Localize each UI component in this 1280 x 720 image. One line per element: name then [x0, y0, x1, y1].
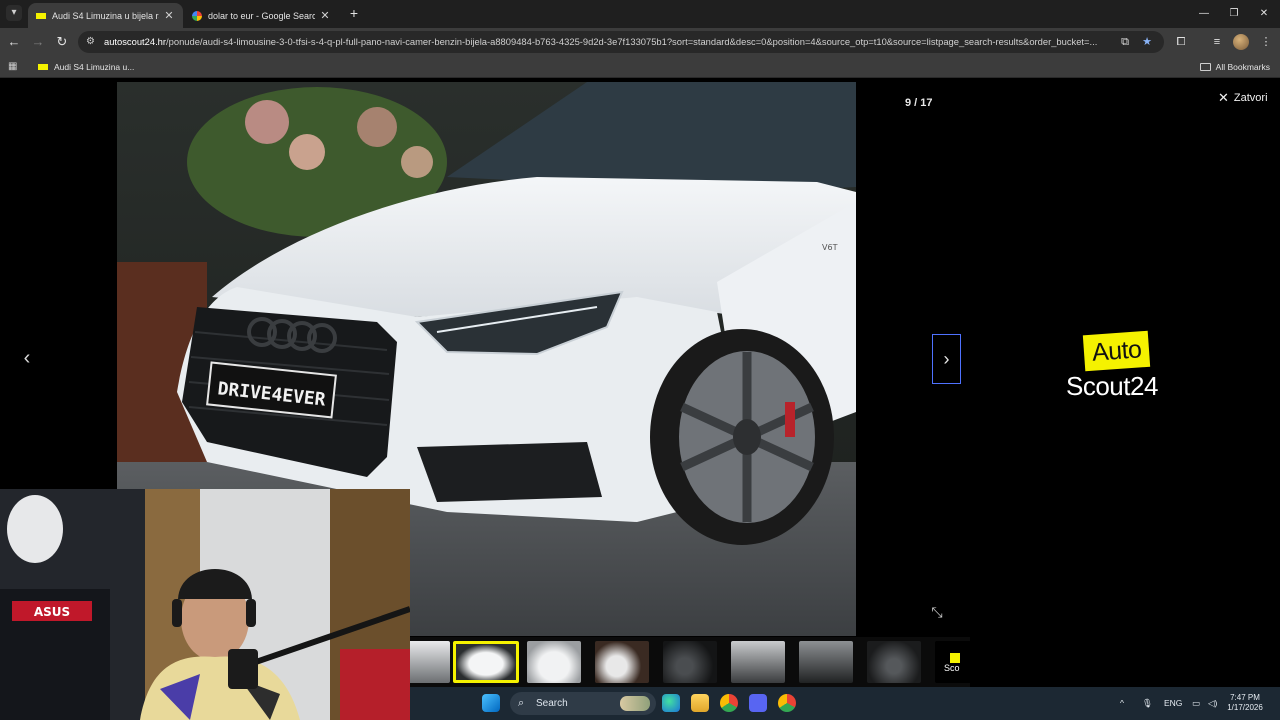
search-label: Search — [536, 698, 568, 709]
language-indicator[interactable]: ENG — [1164, 687, 1182, 720]
thumbnail[interactable] — [731, 641, 785, 683]
tab-google-search[interactable]: dolar to eur - Google Search ✕ — [184, 3, 339, 28]
close-tab-icon[interactable]: ✕ — [319, 9, 331, 22]
chrome-active-icon[interactable] — [778, 694, 796, 712]
thumbnail-strip: Sco — [410, 637, 970, 687]
next-photo-button[interactable]: › — [932, 334, 961, 384]
address-bar[interactable]: ⚙ autoscout24.hr/ponude/audi-s4-limousin… — [78, 31, 1164, 53]
thumbnail[interactable] — [663, 641, 717, 683]
screen: ▾ Audi S4 Limuzina u bijela rabljen ✕ do… — [0, 0, 1280, 720]
all-bookmarks-button[interactable]: All Bookmarks — [1199, 59, 1270, 75]
bookmarks-bar: ▦ Audi S4 Limuzina u... All Bookmarks — [0, 56, 1280, 78]
thumbnail[interactable] — [867, 641, 921, 683]
bookmark-item[interactable]: Audi S4 Limuzina u... — [38, 59, 134, 75]
tab-audi-listing[interactable]: Audi S4 Limuzina u bijela rabljen ✕ — [28, 3, 183, 28]
webcam-overlay: ASUS — [0, 489, 410, 720]
thumbnail-logo-text: Sco — [944, 663, 960, 673]
thumbnail[interactable] — [595, 641, 649, 683]
close-gallery-button[interactable]: ✕ Zatvori — [1218, 90, 1268, 106]
thumbnail[interactable] — [410, 641, 450, 683]
extensions-icon[interactable]: ⧠ — [1172, 33, 1190, 51]
close-label: Zatvori — [1233, 92, 1268, 104]
media-controls-icon[interactable]: ≡ — [1208, 33, 1226, 51]
browser-tabstrip: ▾ Audi S4 Limuzina u bijela rabljen ✕ do… — [0, 0, 1280, 28]
svg-text:V6T: V6T — [822, 243, 838, 252]
browser-menu-icon[interactable]: ⋮ — [1257, 33, 1275, 51]
microphone-icon[interactable]: 🎙 — [1142, 687, 1153, 720]
search-icon: ⌕ — [518, 697, 525, 709]
volume-icon[interactable]: ◁) — [1208, 687, 1217, 720]
bookmark-star-icon[interactable]: ★ — [1140, 35, 1154, 49]
google-favicon-icon — [192, 10, 202, 21]
taskbar-clock[interactable]: 7:47 PM 1/17/2026 — [1223, 693, 1267, 713]
search-highlight-icon — [620, 696, 650, 711]
network-icon[interactable]: ▭ — [1192, 687, 1200, 720]
all-bookmarks-label: All Bookmarks — [1215, 62, 1270, 72]
logo-mark-icon — [950, 653, 960, 663]
logo-auto-text: Auto — [1082, 330, 1151, 372]
reload-icon[interactable]: ↻ — [53, 33, 71, 51]
autoscout-favicon-icon — [38, 64, 48, 70]
tab-search-menu-icon[interactable]: ▾ — [6, 5, 22, 21]
previous-photo-chevron-icon[interactable]: ‹ — [18, 346, 36, 370]
close-window-icon[interactable]: ✕ — [1246, 0, 1280, 28]
folder-icon — [1199, 63, 1211, 71]
thumbnail[interactable] — [527, 641, 581, 683]
url-text[interactable]: autoscout24.hr/ponude/audi-s4-limousine-… — [104, 31, 1116, 53]
back-icon[interactable]: ← — [5, 33, 23, 51]
taskbar-search[interactable]: ⌕ Search — [510, 692, 656, 715]
clock-date: 1/17/2026 — [1227, 703, 1263, 712]
photo-counter: 9 / 17 — [905, 97, 933, 109]
discord-icon[interactable] — [749, 694, 767, 712]
tab-title: Audi S4 Limuzina u bijela rabljen — [52, 10, 159, 21]
install-app-icon[interactable]: ⧉ — [1118, 35, 1132, 49]
svg-text:ASUS: ASUS — [34, 605, 70, 619]
edge-icon[interactable] — [662, 694, 680, 712]
url-path: /ponude/audi-s4-limousine-3-0-tfsi-s-4-q… — [166, 36, 1098, 47]
browser-toolbar: ← → ↻ ⚙ autoscout24.hr/ponude/audi-s4-li… — [0, 28, 1280, 56]
clock-time: 7:47 PM — [1230, 693, 1260, 702]
tray-overflow-icon[interactable]: ^ — [1120, 687, 1124, 720]
forward-icon[interactable]: → — [29, 33, 47, 51]
chrome-icon[interactable] — [720, 694, 738, 712]
autoscout24-logo: Auto Scout24 — [1066, 330, 1176, 403]
url-host: autoscout24.hr — [104, 36, 167, 47]
thumbnail-selected[interactable] — [453, 641, 519, 683]
thumbnail-autoscout-logo[interactable]: Sco — [935, 641, 970, 683]
logo-scout-text: Scout24 — [1066, 371, 1158, 401]
exit-fullscreen-icon[interactable]: ⤡ — [928, 603, 946, 621]
tab-title: dolar to eur - Google Search — [208, 10, 315, 21]
windows-taskbar: ⌕ Search ^ 🎙 ENG ▭ ◁) 7:47 PM 1/17/2026 — [410, 687, 1280, 720]
windows-start-icon[interactable] — [482, 694, 500, 712]
file-explorer-icon[interactable] — [691, 694, 709, 712]
new-tab-icon[interactable]: + — [346, 5, 362, 21]
close-tab-icon[interactable]: ✕ — [163, 9, 175, 22]
thumbnail[interactable] — [799, 641, 853, 683]
site-info-icon[interactable]: ⚙ — [86, 36, 98, 48]
close-icon: ✕ — [1218, 90, 1229, 105]
apps-grid-icon[interactable]: ▦ — [8, 61, 20, 73]
bookmark-label: Audi S4 Limuzina u... — [54, 62, 135, 72]
profile-avatar[interactable] — [1233, 34, 1249, 50]
autoscout-favicon-icon — [36, 12, 46, 19]
